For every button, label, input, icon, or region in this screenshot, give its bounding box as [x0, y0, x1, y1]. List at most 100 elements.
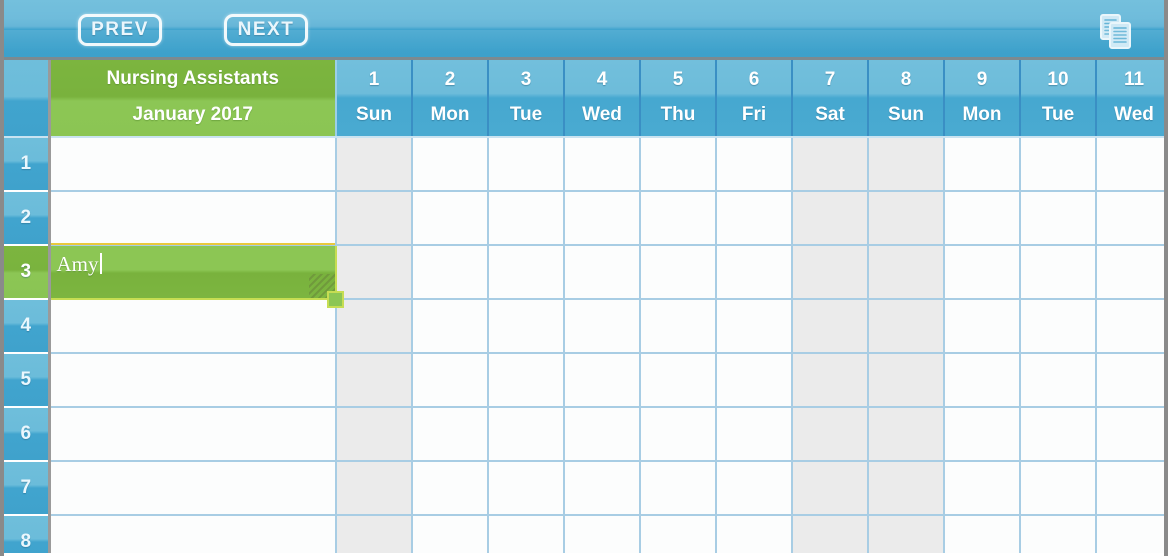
shift-cell-r2-d4[interactable] — [564, 191, 641, 246]
shift-cell-r1-d5[interactable] — [640, 137, 717, 192]
shift-cell-r8-d9[interactable] — [944, 515, 1021, 553]
day-header-3[interactable]: 3 Tue — [488, 60, 565, 138]
shift-cell-r7-d4[interactable] — [564, 461, 641, 516]
shift-cell-r1-d1[interactable] — [336, 137, 413, 192]
day-header-4[interactable]: 4 Wed — [564, 60, 641, 138]
shift-cell-r2-d1[interactable] — [336, 191, 413, 246]
shift-cell-r4-d2[interactable] — [412, 299, 489, 354]
shift-cell-r4-d4[interactable] — [564, 299, 641, 354]
resize-handle[interactable] — [327, 291, 344, 308]
shift-cell-r5-d9[interactable] — [944, 353, 1021, 408]
shift-cell-r7-d5[interactable] — [640, 461, 717, 516]
shift-cell-r6-d6[interactable] — [716, 407, 793, 462]
shift-cell-r1-d9[interactable] — [944, 137, 1021, 192]
shift-cell-r3-d6[interactable] — [716, 245, 793, 300]
shift-cell-r6-d7[interactable] — [792, 407, 869, 462]
shift-cell-r5-d8[interactable] — [868, 353, 945, 408]
shift-cell-r5-d1[interactable] — [336, 353, 413, 408]
row-number-3[interactable]: 3 — [4, 244, 51, 300]
shift-cell-r5-d6[interactable] — [716, 353, 793, 408]
shift-cell-r2-d2[interactable] — [412, 191, 489, 246]
shift-cell-r7-d7[interactable] — [792, 461, 869, 516]
shift-cell-r2-d9[interactable] — [944, 191, 1021, 246]
staff-name-cell[interactable]: Amy — [49, 243, 344, 308]
day-header-11[interactable]: 11 Wed — [1096, 60, 1164, 138]
day-header-2[interactable]: 2 Mon — [412, 60, 489, 138]
shift-cell-r4-d3[interactable] — [488, 299, 565, 354]
shift-cell-r7-d3[interactable] — [488, 461, 565, 516]
shift-cell-r6-d2[interactable] — [412, 407, 489, 462]
row-number-7[interactable]: 7 — [4, 461, 51, 516]
shift-cell-r8-d6[interactable] — [716, 515, 793, 553]
shift-cell-r1-d10[interactable] — [1020, 137, 1097, 192]
shift-cell-r5-d11[interactable] — [1096, 353, 1164, 408]
shift-cell-r6-d3[interactable] — [488, 407, 565, 462]
shift-cell-r2-d7[interactable] — [792, 191, 869, 246]
shift-cell-r4-d6[interactable] — [716, 299, 793, 354]
shift-cell-r8-d8[interactable] — [868, 515, 945, 553]
shift-cell-r4-d11[interactable] — [1096, 299, 1164, 354]
shift-cell-r2-d8[interactable] — [868, 191, 945, 246]
shift-cell-r3-d5[interactable] — [640, 245, 717, 300]
row-number-2[interactable]: 2 — [4, 191, 51, 246]
day-header-8[interactable]: 8 Sun — [868, 60, 945, 138]
prev-button[interactable]: PREV — [78, 14, 162, 46]
shift-cell-r1-d4[interactable] — [564, 137, 641, 192]
shift-cell-r1-d11[interactable] — [1096, 137, 1164, 192]
shift-cell-r8-d10[interactable] — [1020, 515, 1097, 553]
shift-cell-r8-d7[interactable] — [792, 515, 869, 553]
staff-name-input[interactable]: Amy — [57, 252, 102, 277]
shift-cell-r4-d1[interactable] — [336, 299, 413, 354]
copy-documents-icon[interactable] — [1094, 10, 1136, 52]
shift-cell-r8-d3[interactable] — [488, 515, 565, 553]
staff-name-cell[interactable] — [49, 353, 337, 408]
shift-cell-r3-d7[interactable] — [792, 245, 869, 300]
shift-cell-r3-d1[interactable] — [336, 245, 413, 300]
day-header-6[interactable]: 6 Fri — [716, 60, 793, 138]
row-number-8[interactable]: 8 — [4, 515, 51, 553]
shift-cell-r6-d10[interactable] — [1020, 407, 1097, 462]
shift-cell-r7-d11[interactable] — [1096, 461, 1164, 516]
row-number-4[interactable]: 4 — [4, 299, 51, 354]
shift-cell-r4-d10[interactable] — [1020, 299, 1097, 354]
shift-cell-r7-d1[interactable] — [336, 461, 413, 516]
shift-cell-r7-d9[interactable] — [944, 461, 1021, 516]
shift-cell-r7-d6[interactable] — [716, 461, 793, 516]
shift-cell-r1-d2[interactable] — [412, 137, 489, 192]
shift-cell-r3-d11[interactable] — [1096, 245, 1164, 300]
staff-name-cell[interactable] — [49, 407, 337, 462]
shift-cell-r4-d5[interactable] — [640, 299, 717, 354]
staff-name-cell[interactable] — [49, 191, 337, 246]
day-header-9[interactable]: 9 Mon — [944, 60, 1021, 138]
staff-name-cell[interactable] — [49, 137, 337, 192]
shift-cell-r2-d3[interactable] — [488, 191, 565, 246]
shift-cell-r3-d4[interactable] — [564, 245, 641, 300]
shift-cell-r3-d9[interactable] — [944, 245, 1021, 300]
staff-name-cell[interactable] — [49, 299, 337, 354]
staff-name-cell[interactable] — [49, 515, 337, 553]
shift-cell-r8-d1[interactable] — [336, 515, 413, 553]
shift-cell-r1-d3[interactable] — [488, 137, 565, 192]
day-header-7[interactable]: 7 Sat — [792, 60, 869, 138]
shift-cell-r2-d5[interactable] — [640, 191, 717, 246]
shift-cell-r5-d2[interactable] — [412, 353, 489, 408]
shift-cell-r6-d8[interactable] — [868, 407, 945, 462]
shift-cell-r8-d11[interactable] — [1096, 515, 1164, 553]
shift-cell-r5-d5[interactable] — [640, 353, 717, 408]
shift-cell-r8-d2[interactable] — [412, 515, 489, 553]
shift-cell-r5-d3[interactable] — [488, 353, 565, 408]
day-header-10[interactable]: 10 Tue — [1020, 60, 1097, 138]
shift-cell-r3-d8[interactable] — [868, 245, 945, 300]
shift-cell-r6-d9[interactable] — [944, 407, 1021, 462]
shift-cell-r2-d11[interactable] — [1096, 191, 1164, 246]
shift-cell-r7-d2[interactable] — [412, 461, 489, 516]
row-number-5[interactable]: 5 — [4, 353, 51, 408]
shift-cell-r7-d10[interactable] — [1020, 461, 1097, 516]
shift-cell-r3-d2[interactable] — [412, 245, 489, 300]
group-header-cell[interactable]: Nursing Assistants January 2017 — [49, 60, 337, 138]
shift-cell-r5-d4[interactable] — [564, 353, 641, 408]
shift-cell-r6-d11[interactable] — [1096, 407, 1164, 462]
shift-cell-r4-d7[interactable] — [792, 299, 869, 354]
shift-cell-r8-d5[interactable] — [640, 515, 717, 553]
row-number-1[interactable]: 1 — [4, 137, 51, 192]
